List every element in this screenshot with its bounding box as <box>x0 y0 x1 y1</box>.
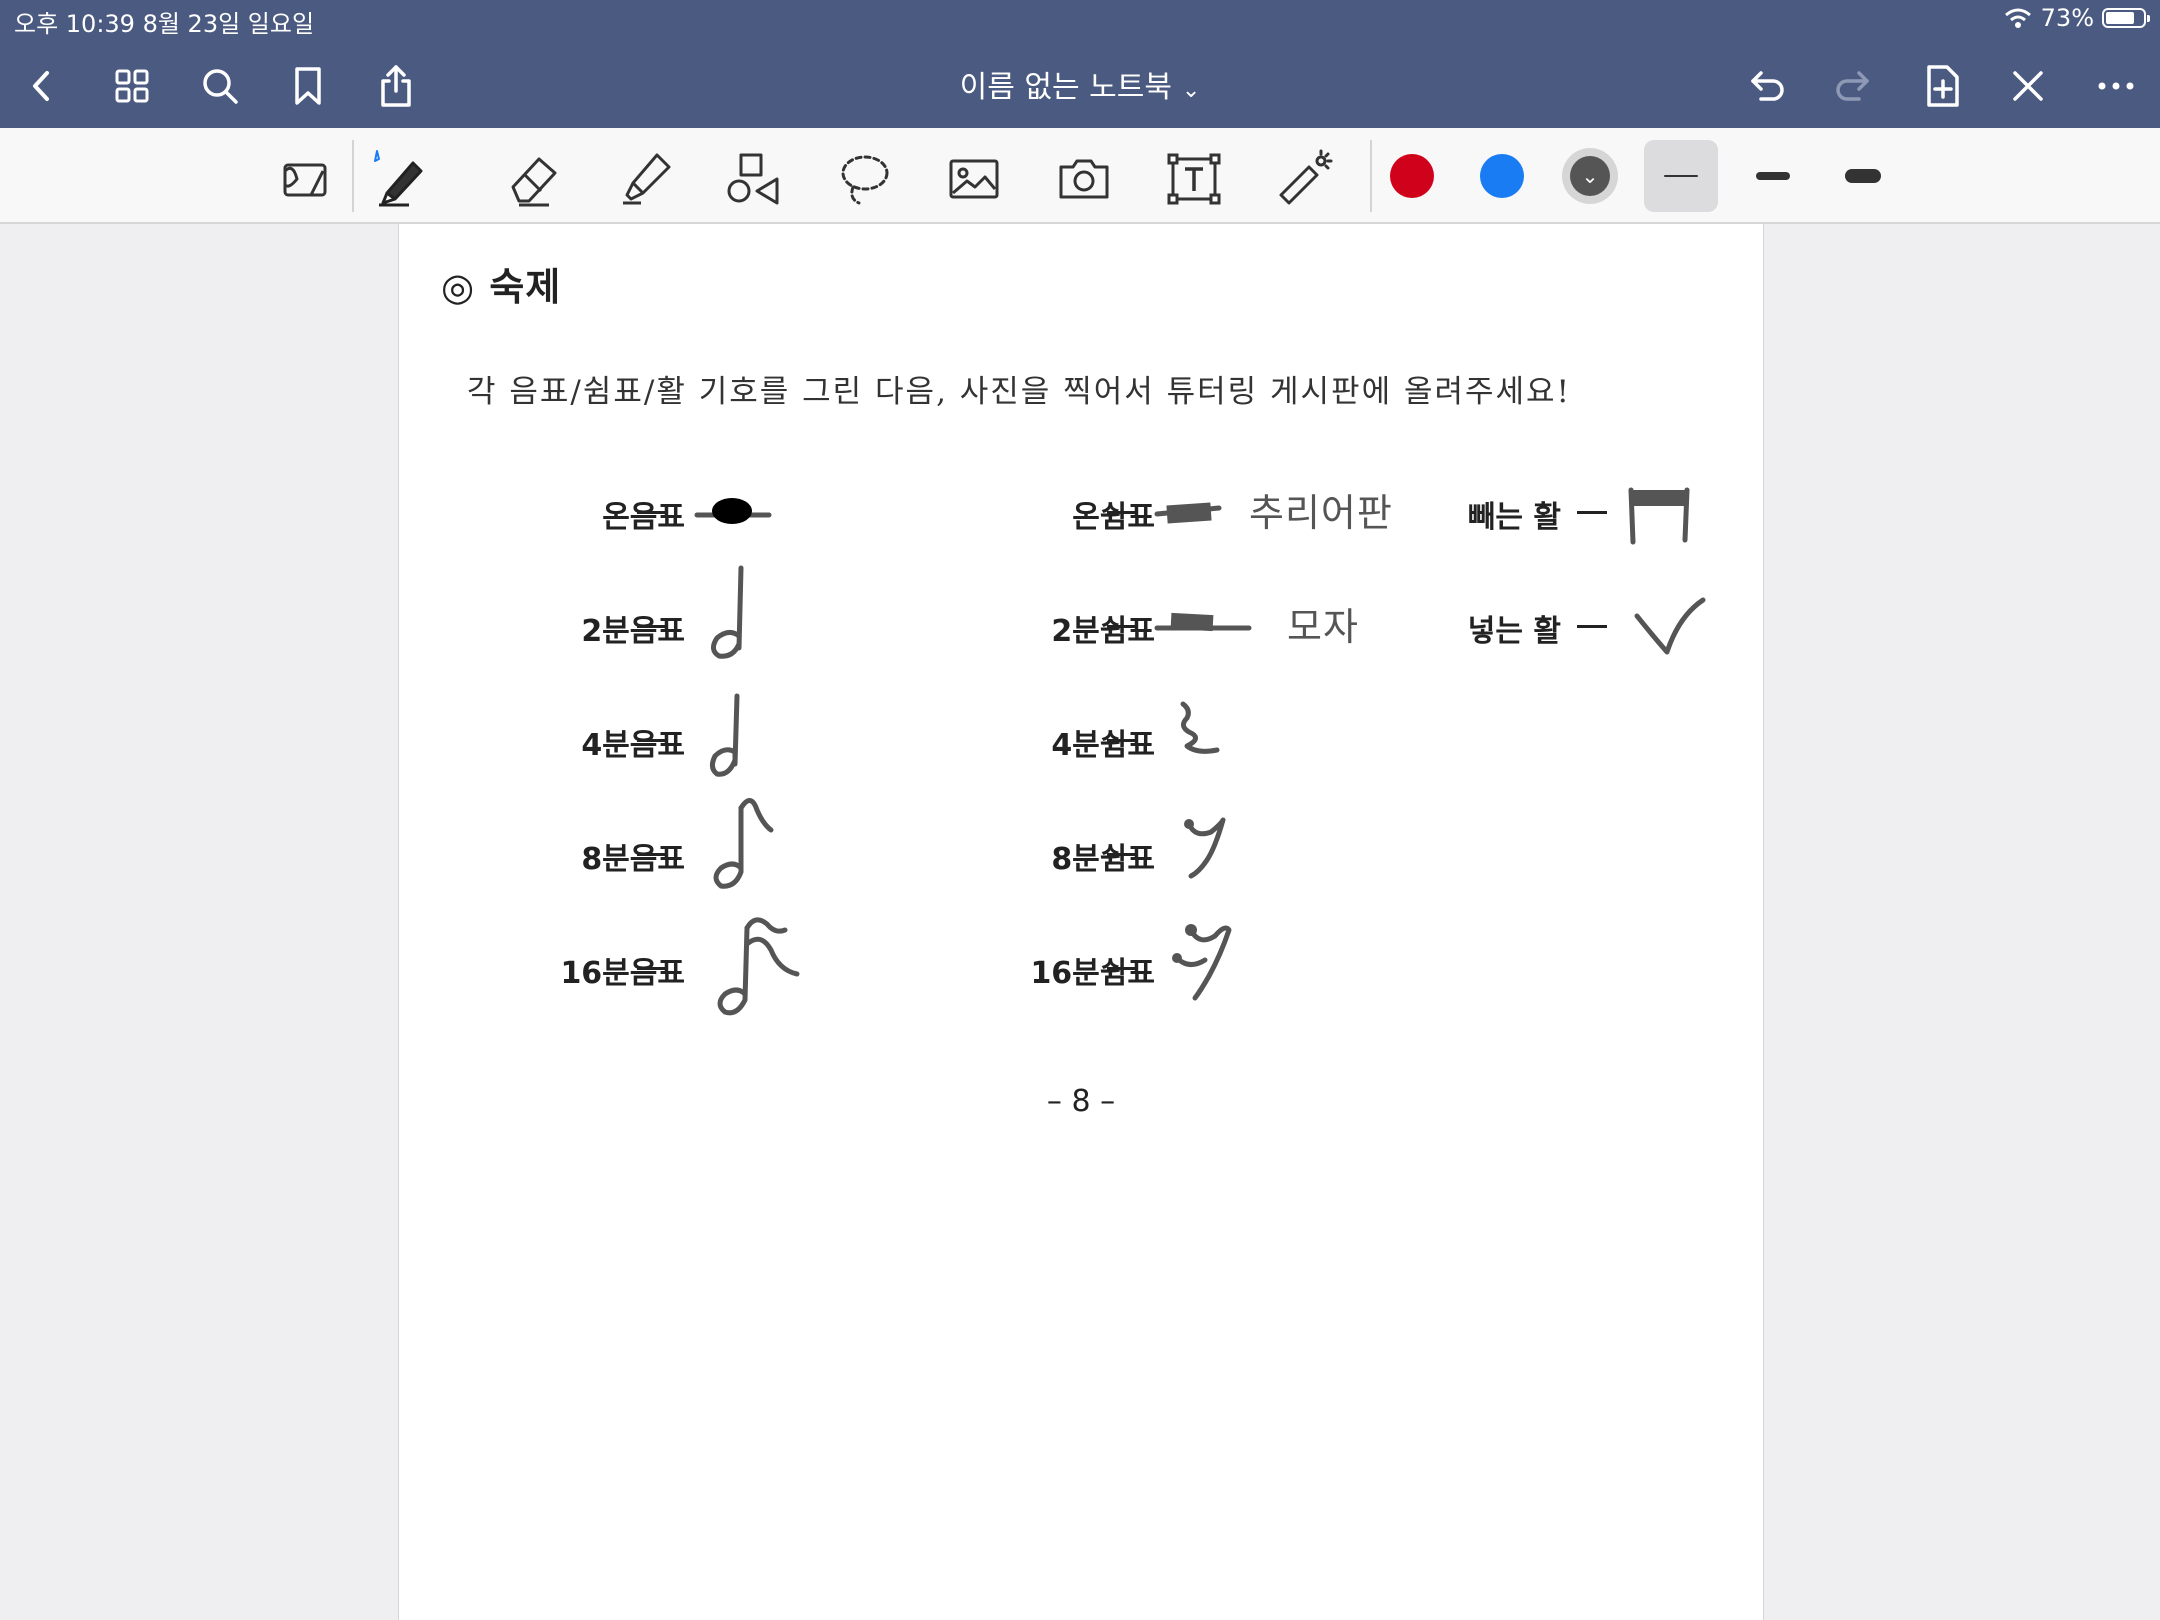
camera-icon[interactable] <box>1052 146 1116 210</box>
drawing-half-rest <box>1154 612 1252 632</box>
wifi-icon <box>2004 8 2031 28</box>
drawing-sixteenth-rest <box>1172 924 1232 1001</box>
text-box-icon[interactable] <box>1162 146 1226 210</box>
page-number: – 8 – <box>1046 1084 1116 1119</box>
status-indicators: 73% <box>2003 4 2150 32</box>
drawing-eighth-rest <box>1184 817 1226 879</box>
close-pen-icon[interactable] <box>2000 58 2056 114</box>
redo-icon[interactable] <box>1826 58 1882 114</box>
drawing-half-note <box>711 565 744 659</box>
eraser-icon[interactable] <box>502 146 566 210</box>
add-page-icon[interactable] <box>1914 58 1970 114</box>
stroke-size-thin[interactable] <box>1644 140 1718 212</box>
lasso-icon[interactable] <box>832 146 896 210</box>
drawing-up-bow <box>1628 487 1690 545</box>
image-icon[interactable] <box>942 146 1006 210</box>
shape-reader-icon[interactable] <box>272 146 336 210</box>
drawing-toolbar: ⌄ <box>0 128 2160 224</box>
highlighter-icon[interactable] <box>612 146 676 210</box>
color-swatch-blue[interactable] <box>1480 154 1524 198</box>
pen-icon[interactable] <box>366 146 430 210</box>
notebook-page[interactable]: ◎ 숙제 각 음표/쉼표/활 기호를 그린 다음, 사진을 찍어서 튜터링 게시… <box>398 224 1764 1620</box>
color-swatch-gray-selected[interactable]: ⌄ <box>1562 148 1618 204</box>
more-icon[interactable] <box>2088 58 2144 114</box>
stroke-size-medium[interactable] <box>1736 140 1810 212</box>
drawing-whole-rest <box>1154 502 1222 524</box>
laser-pointer-icon[interactable] <box>1272 146 1336 210</box>
drawing-whole-note <box>694 498 772 524</box>
stroke-size-thick[interactable] <box>1826 140 1900 212</box>
battery-percent: 73% <box>2040 4 2094 32</box>
drawing-down-bow <box>1634 597 1706 655</box>
handwritten-drawings <box>694 487 1706 1016</box>
chevron-down-icon: ⌄ <box>1570 156 1610 196</box>
notebook-title: 이름 없는 노트북 <box>959 70 1172 105</box>
drawing-sixteenth-note <box>717 917 800 1016</box>
drawing-quarter-note <box>709 693 740 777</box>
status-time: 오후 10:39 8월 23일 일요일 <box>14 10 315 38</box>
drawing-eighth-note <box>713 798 774 889</box>
chevron-down-icon: ⌄ <box>1181 78 1201 103</box>
shapes-icon[interactable] <box>722 146 786 210</box>
undo-icon[interactable] <box>1738 58 1794 114</box>
navigation-bar: 오후 10:39 8월 23일 일요일 73% 이름 없는 노트북 ⌄ <box>0 0 2160 128</box>
drawing-quarter-rest <box>1180 701 1220 754</box>
color-swatch-red[interactable] <box>1390 154 1434 198</box>
battery-icon <box>2102 8 2150 28</box>
